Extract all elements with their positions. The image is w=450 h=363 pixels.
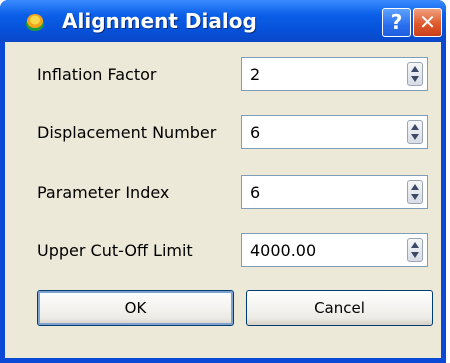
spinbox-arrows[interactable] xyxy=(407,62,423,86)
help-button[interactable]: ? xyxy=(382,8,411,37)
up-arrow-icon[interactable] xyxy=(411,184,419,190)
title-bar[interactable]: Alignment Dialog ? ✕ xyxy=(0,0,446,42)
close-button[interactable]: ✕ xyxy=(413,8,442,37)
cancel-button[interactable]: Cancel xyxy=(246,290,433,326)
displacement-number-spinbox[interactable]: 6 xyxy=(241,115,428,149)
inflation-factor-spinbox[interactable]: 2 xyxy=(241,57,428,91)
ok-button[interactable]: OK xyxy=(37,290,234,326)
field-row-upper-cut-off-limit: Upper Cut-Off Limit 4000.00 xyxy=(5,233,441,269)
up-arrow-icon[interactable] xyxy=(411,66,419,72)
spinbox-value[interactable]: 2 xyxy=(250,65,260,84)
down-arrow-icon[interactable] xyxy=(411,76,419,82)
displacement-number-label: Displacement Number xyxy=(37,123,217,142)
spinbox-arrows[interactable] xyxy=(407,120,423,144)
parameter-index-spinbox[interactable]: 6 xyxy=(241,175,428,209)
field-row-displacement-number: Displacement Number 6 xyxy=(5,115,441,151)
up-arrow-icon[interactable] xyxy=(411,124,419,130)
upper-cut-off-limit-spinbox[interactable]: 4000.00 xyxy=(241,233,428,267)
down-arrow-icon[interactable] xyxy=(411,134,419,140)
dialog-window: Alignment Dialog ? ✕ Inflation Factor 2 … xyxy=(0,0,446,363)
dialog-content: Inflation Factor 2 Displacement Number 6… xyxy=(5,42,441,358)
inflation-factor-label: Inflation Factor xyxy=(37,65,157,84)
field-row-inflation-factor: Inflation Factor 2 xyxy=(5,57,441,93)
down-arrow-icon[interactable] xyxy=(411,252,419,258)
spinbox-arrows[interactable] xyxy=(407,180,423,204)
down-arrow-icon[interactable] xyxy=(411,194,419,200)
up-arrow-icon[interactable] xyxy=(411,242,419,248)
spinbox-arrows[interactable] xyxy=(407,238,423,262)
upper-cut-off-limit-label: Upper Cut-Off Limit xyxy=(37,241,193,260)
parameter-index-label: Parameter Index xyxy=(37,183,170,202)
spinbox-value[interactable]: 6 xyxy=(250,183,260,202)
spinbox-value[interactable]: 4000.00 xyxy=(250,241,316,260)
spinbox-value[interactable]: 6 xyxy=(250,123,260,142)
field-row-parameter-index: Parameter Index 6 xyxy=(5,175,441,211)
app-icon xyxy=(24,11,46,33)
window-title: Alignment Dialog xyxy=(62,9,257,33)
